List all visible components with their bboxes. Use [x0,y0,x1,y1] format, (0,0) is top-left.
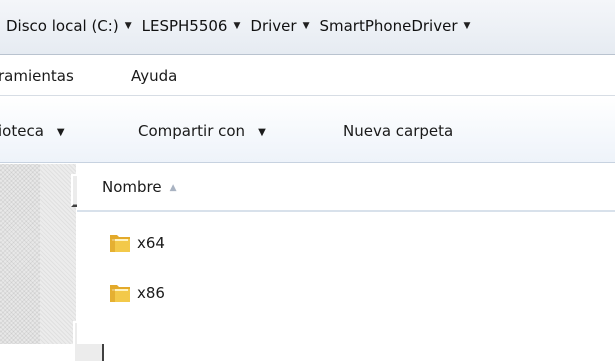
chevron-down-icon[interactable]: ▼ [301,21,312,31]
share-with-label: Compartir con [138,122,246,140]
breadcrumb-item-driver[interactable]: Driver [242,17,300,35]
file-name: x86 [137,284,165,302]
column-header-row: Nombre ▲ [77,164,615,212]
file-name: x64 [137,234,165,252]
chevron-down-icon[interactable]: ▼ [461,21,472,31]
column-header-name-label: Nombre [102,178,162,196]
include-in-library-label: ioteca [0,122,44,140]
column-header-name[interactable]: Nombre ▲ [102,178,177,196]
menu-tools[interactable]: ramientas [0,67,74,85]
share-with-button[interactable]: Compartir con ▼ [138,122,266,140]
list-item[interactable]: x64 [107,230,165,256]
breadcrumb-item-smartphonedriver[interactable]: SmartPhoneDriver [311,17,461,35]
breadcrumb-item-disk[interactable]: Disco local (C:) [0,17,123,35]
breadcrumb: Disco local (C:) ▼ LESPH5506 ▼ Driver ▼ … [0,15,472,37]
include-in-library-button[interactable]: ioteca ▼ [0,122,65,140]
command-bar: ioteca ▼ Compartir con ▼ Nueva carpeta [0,97,615,163]
navigation-scrollbar[interactable] [40,164,104,361]
list-item[interactable]: x86 [107,280,165,306]
navigation-pane[interactable] [0,164,40,344]
menu-bar: ramientas Ayuda [0,56,615,96]
breadcrumb-item-lesph5506[interactable]: LESPH5506 [134,17,232,35]
sort-ascending-icon: ▲ [169,183,177,193]
menu-help[interactable]: Ayuda [131,67,177,85]
chevron-down-icon[interactable]: ▼ [123,21,134,31]
address-bar[interactable]: Disco local (C:) ▼ LESPH5506 ▼ Driver ▼ … [0,0,615,55]
chevron-down-icon[interactable]: ▼ [231,21,242,31]
file-list[interactable]: Nombre ▲ x64 x86 [77,164,615,344]
folder-icon [110,285,130,302]
folder-icon [110,235,130,252]
chevron-down-icon: ▼ [56,127,65,138]
chevron-down-icon: ▼ [258,127,266,138]
new-folder-button[interactable]: Nueva carpeta [343,122,453,140]
